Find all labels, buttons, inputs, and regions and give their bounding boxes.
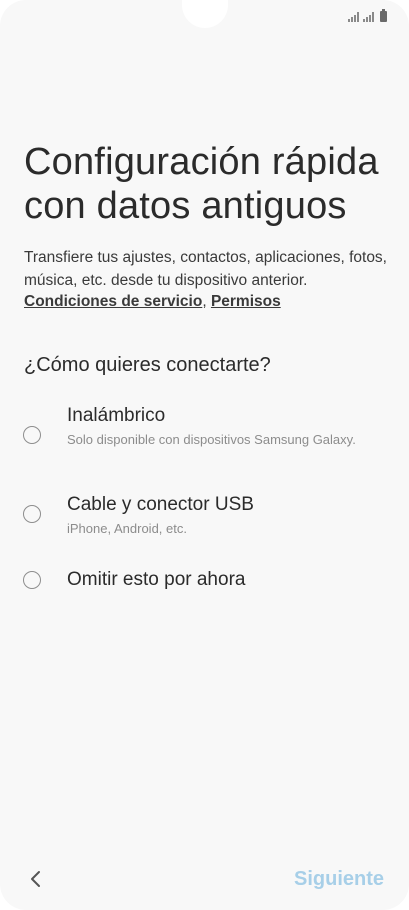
page-title: Configuración rápida con datos antiguos: [24, 141, 379, 227]
radio-button[interactable]: [23, 426, 41, 444]
links-separator: ,: [202, 293, 207, 310]
option-sublabel: iPhone, Android, etc.: [67, 521, 187, 536]
connection-question: ¿Cómo quieres conectarte?: [24, 354, 271, 376]
option-label: Cable y conector USB: [67, 494, 254, 515]
camera-notch: [182, 0, 228, 28]
legal-links: Condiciones de servicio, Permisos: [24, 291, 281, 313]
option-sublabel: Solo disponible con dispositivos Samsung…: [67, 432, 356, 447]
option-wireless[interactable]: Inalámbrico Solo disponible con disposit…: [0, 402, 409, 468]
permissions-link[interactable]: Permisos: [211, 293, 281, 310]
radio-button[interactable]: [23, 571, 41, 589]
next-button[interactable]: Siguiente: [294, 866, 384, 892]
option-label: Omitir esto por ahora: [67, 569, 246, 590]
option-label: Inalámbrico: [67, 405, 166, 426]
back-button[interactable]: [22, 864, 50, 894]
setup-screen: Configuración rápida con datos antiguos …: [0, 0, 409, 910]
status-bar: [348, 8, 387, 22]
battery-icon: [380, 9, 387, 22]
page-description: Transfiere tus ajustes, contactos, aplic…: [24, 249, 387, 289]
radio-button[interactable]: [23, 505, 41, 523]
signal-icon: [348, 12, 359, 22]
signal-icon: [363, 12, 374, 22]
chevron-left-icon: [31, 871, 40, 887]
option-usb-cable[interactable]: Cable y conector USB iPhone, Android, et…: [0, 491, 409, 539]
terms-of-service-link[interactable]: Condiciones de servicio: [24, 293, 202, 310]
option-skip[interactable]: Omitir esto por ahora: [0, 566, 409, 596]
